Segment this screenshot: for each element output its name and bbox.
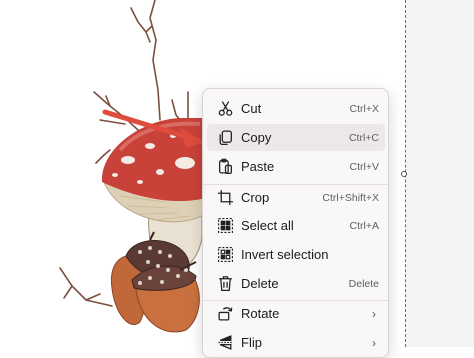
menu-item-flip[interactable]: Flip › xyxy=(207,329,385,356)
invert-selection-icon xyxy=(218,247,233,262)
crop-icon xyxy=(218,190,233,205)
canvas-outside-area xyxy=(406,0,474,347)
copy-icon xyxy=(219,130,232,146)
select-all-icon xyxy=(218,218,233,233)
paste-icon xyxy=(219,158,232,175)
menu-item-crop[interactable]: Crop Ctrl+Shift+X xyxy=(207,184,385,211)
scissors-icon xyxy=(218,101,233,116)
menu-item-label: Paste xyxy=(241,159,275,174)
menu-item-label: Select all xyxy=(241,218,294,233)
menu-item-rotate[interactable]: Rotate › xyxy=(207,300,385,327)
menu-item-shortcut: Delete xyxy=(348,278,379,290)
chevron-right-icon: › xyxy=(372,307,376,321)
menu-item-label: Copy xyxy=(241,130,272,145)
context-menu: Cut Ctrl+X Copy Ctrl+C Paste Ctrl+V Crop… xyxy=(202,88,389,358)
chevron-right-icon: › xyxy=(372,336,376,350)
menu-item-label: Flip xyxy=(241,335,262,350)
menu-item-label: Cut xyxy=(241,101,262,116)
menu-item-copy[interactable]: Copy Ctrl+C xyxy=(207,124,385,151)
flip-icon xyxy=(218,335,233,350)
menu-item-paste[interactable]: Paste Ctrl+V xyxy=(207,153,385,180)
menu-item-shortcut: Ctrl+Shift+X xyxy=(322,192,379,204)
menu-item-invert-selection[interactable]: Invert selection xyxy=(207,241,385,268)
rotate-icon xyxy=(218,307,233,321)
trash-icon xyxy=(219,276,232,292)
menu-item-delete[interactable]: Delete Delete xyxy=(207,270,385,297)
menu-item-shortcut: Ctrl+V xyxy=(349,161,379,173)
menu-item-label: Delete xyxy=(241,276,279,291)
menu-item-cut[interactable]: Cut Ctrl+X xyxy=(207,95,385,122)
menu-item-shortcut: Ctrl+C xyxy=(348,132,379,144)
menu-item-select-all[interactable]: Select all Ctrl+A xyxy=(207,212,385,239)
menu-item-shortcut: Ctrl+X xyxy=(349,103,379,115)
menu-item-label: Crop xyxy=(241,190,270,205)
menu-item-label: Rotate xyxy=(241,306,280,321)
menu-item-shortcut: Ctrl+A xyxy=(349,220,379,232)
menu-item-label: Invert selection xyxy=(241,247,329,262)
